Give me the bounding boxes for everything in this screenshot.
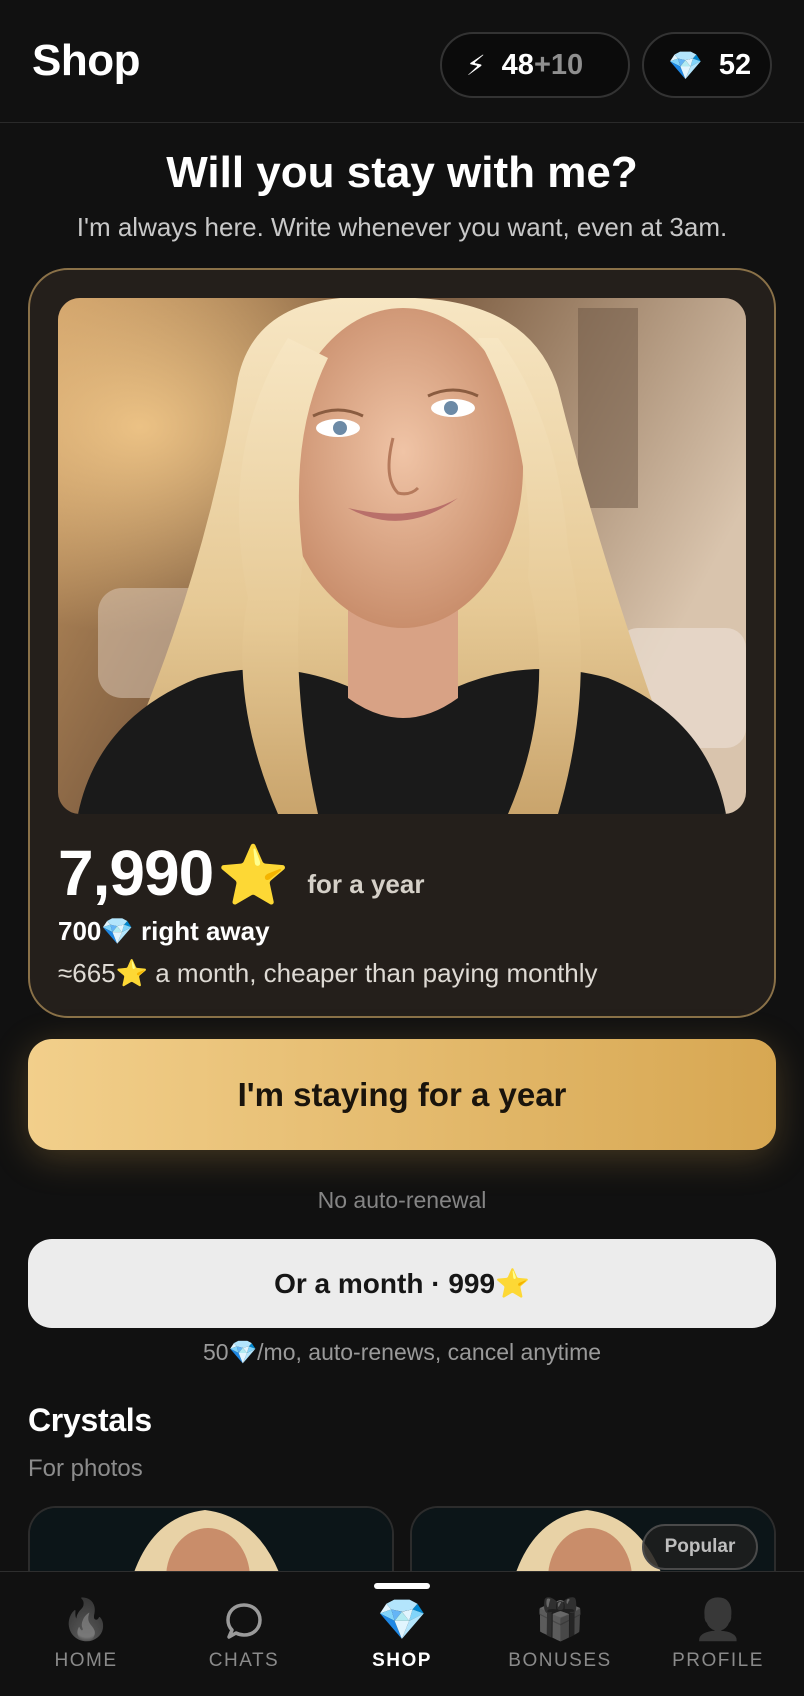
header-bar: Shop ⚡ 48 +10 💎 52: [0, 0, 804, 123]
person-icon: 👤: [693, 1598, 743, 1642]
gem-icon: 💎: [377, 1598, 427, 1642]
nav-label: SHOP: [372, 1650, 432, 1671]
bottom-navigation: 🔥 HOME CHATS 💎 SHOP 🎁 BONUSES 👤 PROFILE: [0, 1571, 804, 1696]
lightning-icon: ⚡: [466, 49, 486, 81]
monthly-terms-note: 50💎/mo, auto-renews, cancel anytime: [202, 1339, 602, 1365]
hero-subtitle: I'm always here. Write whenever you want…: [76, 212, 728, 242]
nav-chats[interactable]: CHATS: [164, 1572, 324, 1696]
nav-label: CHATS: [208, 1650, 280, 1671]
price-row: 7,990 ⭐ for a year: [58, 830, 424, 910]
nav-bonuses[interactable]: 🎁 BONUSES: [480, 1572, 640, 1696]
year-price: 7,990: [58, 837, 214, 909]
nav-label: BONUSES: [508, 1650, 612, 1671]
price-period: for a year: [307, 869, 425, 899]
nav-home[interactable]: 🔥 HOME: [6, 1572, 166, 1696]
page-title: Shop: [32, 36, 140, 85]
nav-label: HOME: [54, 1650, 118, 1671]
bonus-gems-line: 700💎 right away: [58, 916, 270, 946]
yearly-offer-card: 7,990 ⭐ for a year 700💎 right away ≈665⭐…: [28, 268, 776, 1018]
monthly-equivalent-line: ≈665⭐ a month, cheaper than paying month…: [58, 958, 598, 988]
star-icon: ⭐: [217, 843, 290, 908]
no-renewal-note: No auto-renewal: [317, 1187, 487, 1213]
energy-value: 48: [501, 48, 534, 81]
hero-title: Will you stay with me?: [166, 148, 638, 197]
flame-icon: 🔥: [61, 1598, 111, 1642]
energy-bonus: +10: [533, 48, 584, 81]
gift-icon: 🎁: [535, 1598, 585, 1642]
energy-balance-pill[interactable]: ⚡ 48 +10: [440, 32, 630, 98]
gem-balance-pill[interactable]: 💎 52: [642, 32, 772, 98]
popular-badge: Popular: [642, 1524, 758, 1570]
gem-value: 52: [718, 48, 752, 81]
chat-bubble-icon: [226, 1603, 262, 1639]
nav-label: PROFILE: [672, 1650, 764, 1671]
gem-icon: 💎: [668, 49, 703, 81]
crystals-section-subtitle: For photos: [28, 1455, 143, 1482]
nav-shop[interactable]: 💎 SHOP: [322, 1572, 482, 1696]
crystals-section-title: Crystals: [28, 1402, 152, 1438]
companion-photo: [58, 298, 746, 814]
nav-profile[interactable]: 👤 PROFILE: [638, 1572, 798, 1696]
active-tab-indicator: [374, 1583, 430, 1589]
subscribe-month-button[interactable]: Or a month · 999⭐: [28, 1239, 776, 1328]
subscribe-year-button[interactable]: I'm staying for a year: [28, 1039, 776, 1150]
